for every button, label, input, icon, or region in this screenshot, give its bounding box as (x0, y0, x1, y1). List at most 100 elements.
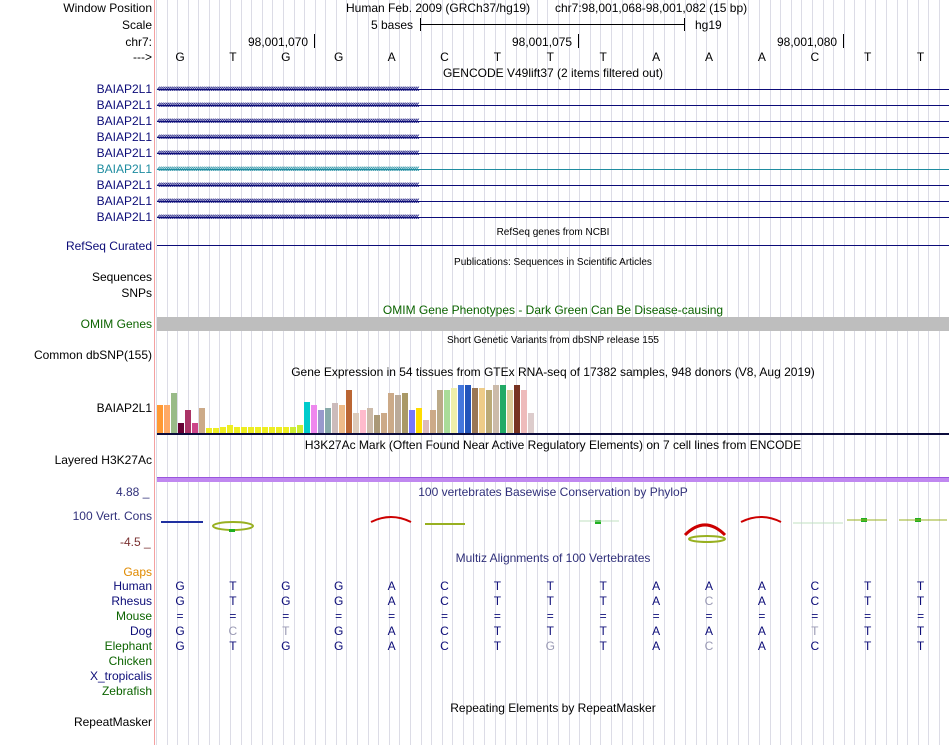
gtex-tissue-bar[interactable] (346, 390, 352, 433)
gencode-transcript-line[interactable]: ‹‹‹‹‹‹‹‹‹‹‹‹‹‹‹‹‹‹‹‹‹‹‹‹‹‹‹‹‹‹‹‹‹‹‹‹‹‹‹‹… (157, 117, 949, 126)
multiz-species-label[interactable]: Rhesus (111, 594, 152, 608)
gtex-tissue-bar[interactable] (486, 390, 492, 433)
omim-label[interactable]: OMIM Genes (81, 317, 152, 331)
gtex-tissue-bar[interactable] (465, 385, 471, 433)
gtex-tissue-bar[interactable] (304, 402, 310, 433)
gtex-tissue-bar[interactable] (332, 403, 338, 433)
h3k27ac-signal[interactable] (157, 477, 949, 482)
refseq-gene-line[interactable] (157, 245, 949, 246)
gencode-transcript-line[interactable]: ‹‹‹‹‹‹‹‹‹‹‹‹‹‹‹‹‹‹‹‹‹‹‹‹‹‹‹‹‹‹‹‹‹‹‹‹‹‹‹‹… (157, 181, 949, 190)
multiz-base: = (864, 609, 872, 623)
dbsnp-label[interactable]: Common dbSNP(155) (34, 348, 152, 362)
multiz-base: A (704, 624, 713, 638)
gencode-transcript-line[interactable]: ‹‹‹‹‹‹‹‹‹‹‹‹‹‹‹‹‹‹‹‹‹‹‹‹‹‹‹‹‹‹‹‹‹‹‹‹‹‹‹‹… (157, 165, 949, 174)
gtex-tissue-bar[interactable] (528, 413, 534, 433)
repeatmasker-label[interactable]: RepeatMasker (74, 715, 152, 729)
gtex-tissue-bar[interactable] (423, 420, 429, 433)
gtex-tissue-bar[interactable] (367, 408, 373, 433)
h3k27ac-track-title[interactable]: H3K27Ac Mark (Often Found Near Active Re… (156, 438, 950, 452)
gtex-tissue-bar[interactable] (192, 423, 198, 433)
multiz-gaps-label[interactable]: Gaps (123, 565, 152, 579)
reference-base: T (546, 50, 554, 64)
gtex-tissue-bar[interactable] (416, 408, 422, 433)
multiz-species-label[interactable]: Dog (130, 624, 152, 638)
gtex-tissue-bar[interactable] (178, 423, 184, 433)
gencode-transcript-label[interactable]: BAIAP2L1 (97, 210, 152, 224)
gtex-tissue-bar[interactable] (458, 385, 464, 433)
multiz-species-label[interactable]: Chicken (109, 654, 152, 668)
gtex-tissue-bar[interactable] (353, 413, 359, 433)
gtex-tissue-bar[interactable] (381, 413, 387, 433)
phylop-plot[interactable] (157, 507, 949, 547)
gencode-transcript-label[interactable]: BAIAP2L1 (97, 146, 152, 160)
gtex-tissue-bar[interactable] (199, 408, 205, 433)
gtex-tissue-bar[interactable] (388, 393, 394, 433)
gencode-transcript-label[interactable]: BAIAP2L1 (97, 162, 152, 176)
multiz-species-label[interactable]: Human (113, 579, 152, 593)
phylop-label[interactable]: 100 Vert. Cons (73, 509, 152, 523)
refseq-track-title[interactable]: RefSeq genes from NCBI (156, 226, 950, 240)
gtex-tissue-bar[interactable] (339, 405, 345, 433)
gencode-transcript-label[interactable]: BAIAP2L1 (97, 130, 152, 144)
gencode-transcript-label[interactable]: BAIAP2L1 (97, 98, 152, 112)
gtex-tissue-bar[interactable] (472, 388, 478, 433)
multiz-species-label[interactable]: Zebrafish (102, 684, 152, 698)
gtex-tissue-bar[interactable] (479, 388, 485, 433)
gtex-tissue-bar[interactable] (318, 410, 324, 433)
multiz-species-label[interactable]: Elephant (105, 639, 152, 653)
multiz-species-label[interactable]: Mouse (116, 609, 152, 623)
gtex-tissue-bar[interactable] (507, 390, 513, 433)
gtex-tissue-bar[interactable] (437, 390, 443, 433)
gtex-tissue-bar[interactable] (409, 410, 415, 433)
gtex-tissue-bar[interactable] (444, 390, 450, 433)
h3k27ac-label[interactable]: Layered H3K27Ac (55, 453, 152, 467)
gtex-tissue-bar[interactable] (325, 408, 331, 433)
gtex-tissue-bar[interactable] (185, 410, 191, 433)
gtex-tissue-bar[interactable] (521, 390, 527, 433)
multiz-track-title[interactable]: Multiz Alignments of 100 Vertebrates (156, 551, 950, 565)
gtex-gene-line[interactable] (157, 433, 949, 435)
gtex-expression-chart[interactable] (157, 381, 537, 433)
gtex-tissue-bar[interactable] (402, 393, 408, 433)
gencode-transcript-line[interactable]: ‹‹‹‹‹‹‹‹‹‹‹‹‹‹‹‹‹‹‹‹‹‹‹‹‹‹‹‹‹‹‹‹‹‹‹‹‹‹‹‹… (157, 133, 949, 142)
gencode-transcript-label[interactable]: BAIAP2L1 (97, 114, 152, 128)
gencode-transcript-label[interactable]: BAIAP2L1 (97, 194, 152, 208)
gtex-tissue-bar[interactable] (227, 425, 233, 433)
phylop-track-title[interactable]: 100 vertebrates Basewise Conservation by… (156, 485, 950, 499)
gtex-tissue-bar[interactable] (451, 388, 457, 433)
refseq-label[interactable]: RefSeq Curated (66, 239, 152, 253)
coord-tick-label: 98,001,080 (777, 35, 838, 49)
gtex-tissue-bar[interactable] (374, 415, 380, 433)
gtex-label[interactable]: BAIAP2L1 (97, 401, 152, 415)
gencode-track-title[interactable]: GENCODE V49lift37 (2 items filtered out) (156, 66, 950, 80)
repeatmasker-track-title[interactable]: Repeating Elements by RepeatMasker (156, 701, 950, 715)
gencode-transcript-line[interactable]: ‹‹‹‹‹‹‹‹‹‹‹‹‹‹‹‹‹‹‹‹‹‹‹‹‹‹‹‹‹‹‹‹‹‹‹‹‹‹‹‹… (157, 85, 949, 94)
gencode-transcript-line[interactable]: ‹‹‹‹‹‹‹‹‹‹‹‹‹‹‹‹‹‹‹‹‹‹‹‹‹‹‹‹‹‹‹‹‹‹‹‹‹‹‹‹… (157, 149, 949, 158)
gencode-transcript-line[interactable]: ‹‹‹‹‹‹‹‹‹‹‹‹‹‹‹‹‹‹‹‹‹‹‹‹‹‹‹‹‹‹‹‹‹‹‹‹‹‹‹‹… (157, 213, 949, 222)
gtex-tissue-bar[interactable] (164, 405, 170, 433)
multiz-species-label[interactable]: X_tropicalis (90, 669, 152, 683)
multiz-base: T (916, 639, 925, 653)
gtex-tissue-bar[interactable] (360, 410, 366, 433)
gtex-tissue-bar[interactable] (514, 385, 520, 433)
gtex-track-title[interactable]: Gene Expression in 54 tissues from GTEx … (156, 365, 950, 379)
pubs-track-title[interactable]: Publications: Sequences in Scientific Ar… (156, 256, 950, 270)
omim-feature-bar[interactable] (157, 317, 949, 331)
multiz-base: A (757, 594, 766, 608)
dbsnp-track-title[interactable]: Short Genetic Variants from dbSNP releas… (156, 334, 950, 348)
pubs-snps-label[interactable]: SNPs (121, 286, 152, 300)
omim-track-title[interactable]: OMIM Gene Phenotypes - Dark Green Can Be… (156, 303, 950, 317)
gencode-transcript-label[interactable]: BAIAP2L1 (97, 178, 152, 192)
gtex-tissue-bar[interactable] (430, 410, 436, 433)
gtex-tissue-bar[interactable] (395, 395, 401, 433)
gencode-transcript-line[interactable]: ‹‹‹‹‹‹‹‹‹‹‹‹‹‹‹‹‹‹‹‹‹‹‹‹‹‹‹‹‹‹‹‹‹‹‹‹‹‹‹‹… (157, 101, 949, 110)
gtex-tissue-bar[interactable] (500, 385, 506, 433)
gtex-tissue-bar[interactable] (311, 405, 317, 433)
gtex-tissue-bar[interactable] (297, 425, 303, 433)
gtex-tissue-bar[interactable] (171, 393, 177, 433)
gencode-transcript-line[interactable]: ‹‹‹‹‹‹‹‹‹‹‹‹‹‹‹‹‹‹‹‹‹‹‹‹‹‹‹‹‹‹‹‹‹‹‹‹‹‹‹‹… (157, 197, 949, 206)
gencode-transcript-label[interactable]: BAIAP2L1 (97, 82, 152, 96)
gtex-tissue-bar[interactable] (157, 405, 163, 433)
gtex-tissue-bar[interactable] (493, 385, 499, 433)
pubs-sequences-label[interactable]: Sequences (92, 270, 152, 284)
